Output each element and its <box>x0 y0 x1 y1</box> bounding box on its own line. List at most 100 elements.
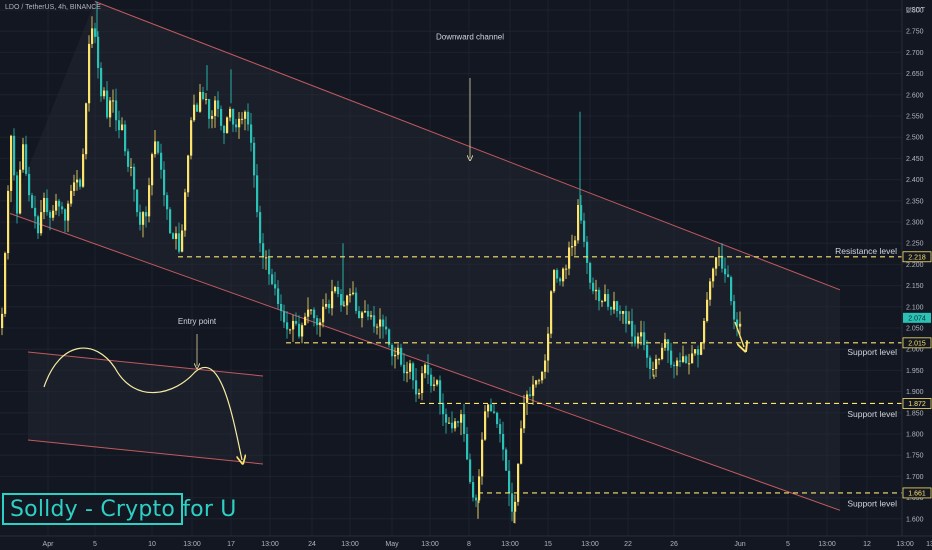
candle-body <box>235 124 238 128</box>
candle-body <box>733 301 736 320</box>
candle-body <box>487 404 490 412</box>
candle-body <box>382 319 385 327</box>
candle-body <box>418 393 421 395</box>
time-tick-label: 24 <box>308 541 316 548</box>
candle-body <box>445 414 448 423</box>
price-tick-label: 2.450 <box>906 156 924 163</box>
candle-body <box>454 421 457 429</box>
price-tick-label: 2.500 <box>906 135 924 142</box>
price-axis[interactable]: USDT 1.6001.6501.7001.7501.8001.8501.900… <box>901 0 932 536</box>
candle-body <box>124 124 127 152</box>
time-tick-label: 13:00 <box>341 541 359 548</box>
candle-body <box>82 154 85 187</box>
candle-body <box>739 323 742 327</box>
time-tick-label: 12 <box>863 541 871 548</box>
candle-body <box>256 175 259 213</box>
candle-body <box>19 169 22 214</box>
candle-body <box>535 380 538 385</box>
level-badge-value: 2.015 <box>908 340 926 347</box>
price-chart[interactable]: Resistance level Support level Support lev… <box>0 0 932 550</box>
candle-body <box>238 118 241 128</box>
time-tick-label: 13:00 <box>501 541 519 548</box>
candle-body <box>367 311 370 317</box>
time-tick-label: 5 <box>786 541 790 548</box>
candle-body <box>406 371 409 374</box>
candle-body <box>661 347 664 360</box>
candle-body <box>52 210 55 218</box>
time-tick-label: 13:00 <box>896 541 914 548</box>
candle-body <box>85 103 88 155</box>
candle-body <box>229 108 232 118</box>
candle-body <box>403 364 406 374</box>
candle-body <box>520 428 523 464</box>
candle-body <box>244 111 247 119</box>
price-tick-label: 1.850 <box>906 410 924 417</box>
time-tick-label: May <box>385 541 399 548</box>
candle-body <box>598 289 601 302</box>
candle-body <box>466 434 469 460</box>
candle-body <box>391 344 394 357</box>
candle-body <box>121 124 124 131</box>
candle-body <box>373 315 376 327</box>
candle-body <box>115 100 118 121</box>
candle-body <box>565 268 568 270</box>
candle-body <box>214 100 217 116</box>
candle-body <box>424 364 427 374</box>
candle-body <box>676 360 679 367</box>
candle-body <box>544 360 547 372</box>
candle-body <box>1 313 4 328</box>
price-tick-label: 1.700 <box>906 474 924 481</box>
level-badge-value: 1.872 <box>908 401 926 408</box>
candle-body <box>568 247 571 269</box>
symbol-header[interactable]: LDO / TetherUS, 4h, BINANCE <box>5 4 101 11</box>
time-axis[interactable]: Apr 5 10 13:00 17 13:00 24 13:00 May 13:00 8 13:00 1… <box>0 535 932 550</box>
candle-body <box>610 306 613 310</box>
time-tick-label: 5 <box>93 541 97 548</box>
candle-body <box>133 166 136 190</box>
price-tick-label: 2.800 <box>906 8 924 15</box>
time-tick-label: 13:00 <box>581 541 599 548</box>
candle-body <box>319 322 322 326</box>
time-tick-label: 10 <box>148 541 156 548</box>
time-axis-background <box>0 536 932 550</box>
time-tick-label: 13:00 <box>261 541 279 548</box>
candle-body <box>460 414 463 423</box>
candle-body <box>394 354 397 357</box>
candle-body <box>490 404 493 412</box>
candle-body <box>166 195 169 210</box>
candle-body <box>37 216 40 234</box>
candle-body <box>187 155 190 193</box>
candle-body <box>4 253 7 314</box>
candle-body <box>58 200 61 207</box>
candle-body <box>517 463 520 502</box>
candle-body <box>496 412 499 425</box>
candle-body <box>475 497 478 501</box>
candle-body <box>295 320 298 324</box>
candle-body <box>220 108 223 126</box>
candle-body <box>148 185 151 217</box>
candle-body <box>328 303 331 309</box>
candle-body <box>571 246 574 248</box>
candle-body <box>709 281 712 300</box>
candle-body <box>172 233 175 239</box>
candle-body <box>691 353 694 364</box>
candle-body <box>154 141 157 155</box>
candle-body <box>343 305 346 307</box>
candle-body <box>439 380 442 403</box>
price-tick-label: 1.600 <box>906 516 924 523</box>
price-tick-label: 1.800 <box>906 432 924 439</box>
candle-body <box>163 169 166 196</box>
candle-body <box>211 116 214 119</box>
candle-body <box>283 311 286 323</box>
candle-body <box>433 384 436 386</box>
candle-body <box>79 179 82 187</box>
candle-body <box>379 319 382 327</box>
candle-body <box>34 207 37 217</box>
price-tick-label: 1.900 <box>906 389 924 396</box>
candle-body <box>31 195 34 208</box>
candle-body <box>421 373 424 394</box>
candle-body <box>145 212 148 217</box>
level-badge-value: 1.661 <box>908 490 926 497</box>
candle-body <box>70 190 73 204</box>
time-tick-label: 17 <box>227 541 235 548</box>
